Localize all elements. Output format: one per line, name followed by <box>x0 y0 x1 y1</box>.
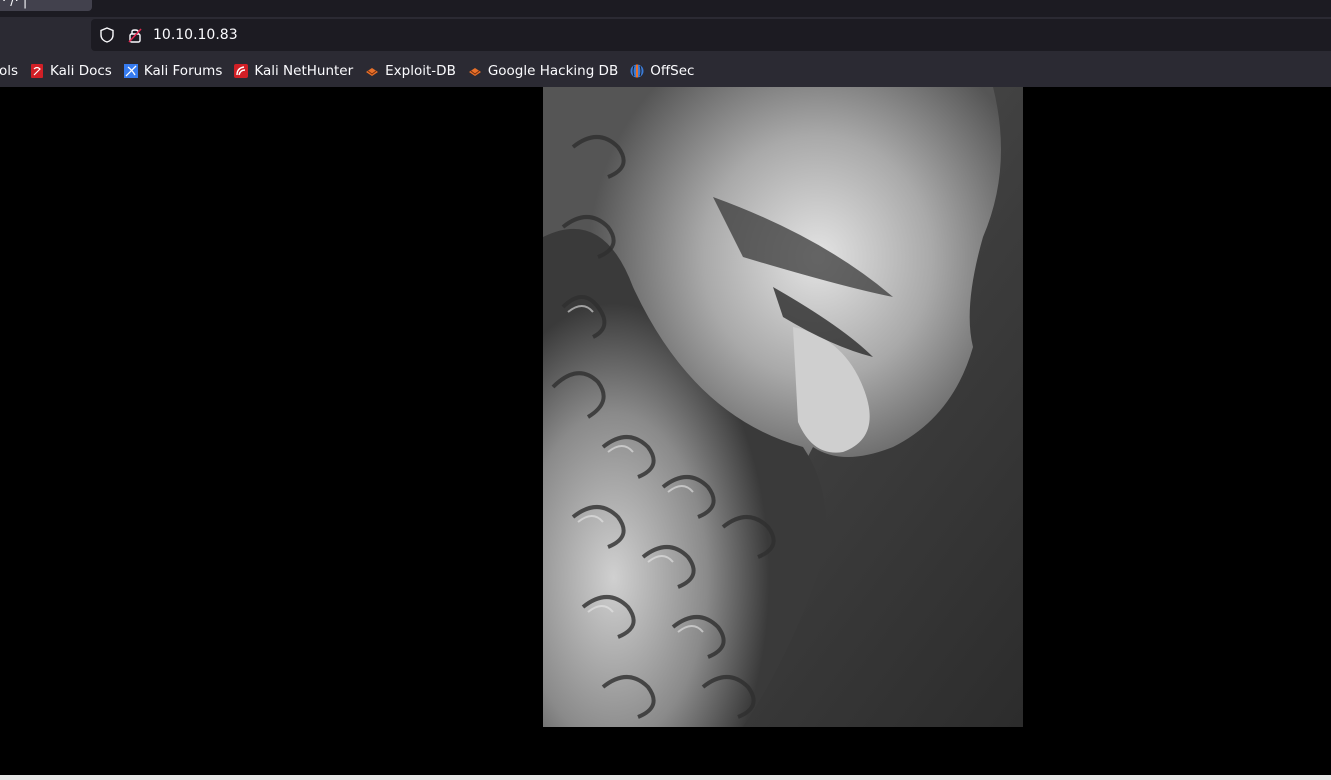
status-strip <box>0 775 1331 780</box>
bookmark-label: OffSec <box>650 62 695 79</box>
bookmark-kali-forums[interactable]: Kali Forums <box>123 59 223 83</box>
address-bar[interactable]: 10.10.10.83 <box>91 19 1331 51</box>
browser-tab[interactable]: · /· | <box>0 0 92 11</box>
bookmark-kali-docs[interactable]: Kali Docs <box>30 59 112 83</box>
insecure-lock-icon[interactable] <box>127 27 143 43</box>
bookmarks-toolbar: ols Kali Docs Kali Forums Kali NetHunter… <box>0 54 1331 87</box>
page-content <box>0 87 1331 775</box>
exploit-db-icon <box>365 64 379 78</box>
offsec-icon <box>630 64 644 78</box>
url-text[interactable]: 10.10.10.83 <box>153 27 238 43</box>
tab-title: · /· | <box>2 0 28 9</box>
bookmark-label: Exploit-DB <box>385 62 456 79</box>
shield-icon[interactable] <box>99 27 115 43</box>
bookmark-label: Google Hacking DB <box>487 62 619 79</box>
navigation-toolbar: 10.10.10.83 <box>0 17 1331 54</box>
bookmark-label: Kali NetHunter <box>254 62 354 79</box>
bookmark-offsec[interactable]: OffSec <box>630 59 694 83</box>
kali-docs-icon <box>30 63 44 78</box>
bookmark-cut-label[interactable]: ols <box>0 59 18 83</box>
tab-strip: · /· | <box>0 0 1331 17</box>
statue-image <box>543 87 1023 727</box>
ghdb-icon <box>468 64 482 78</box>
bookmark-kali-nethunter[interactable]: Kali NetHunter <box>234 59 353 83</box>
bookmark-google-hacking-db[interactable]: Google Hacking DB <box>468 59 618 83</box>
bookmark-exploit-db[interactable]: Exploit-DB <box>365 59 456 83</box>
kali-forums-icon <box>123 63 138 78</box>
kali-nethunter-icon <box>234 63 249 78</box>
bookmark-label: Kali Forums <box>143 62 223 79</box>
bookmark-label: Kali Docs <box>50 62 112 79</box>
